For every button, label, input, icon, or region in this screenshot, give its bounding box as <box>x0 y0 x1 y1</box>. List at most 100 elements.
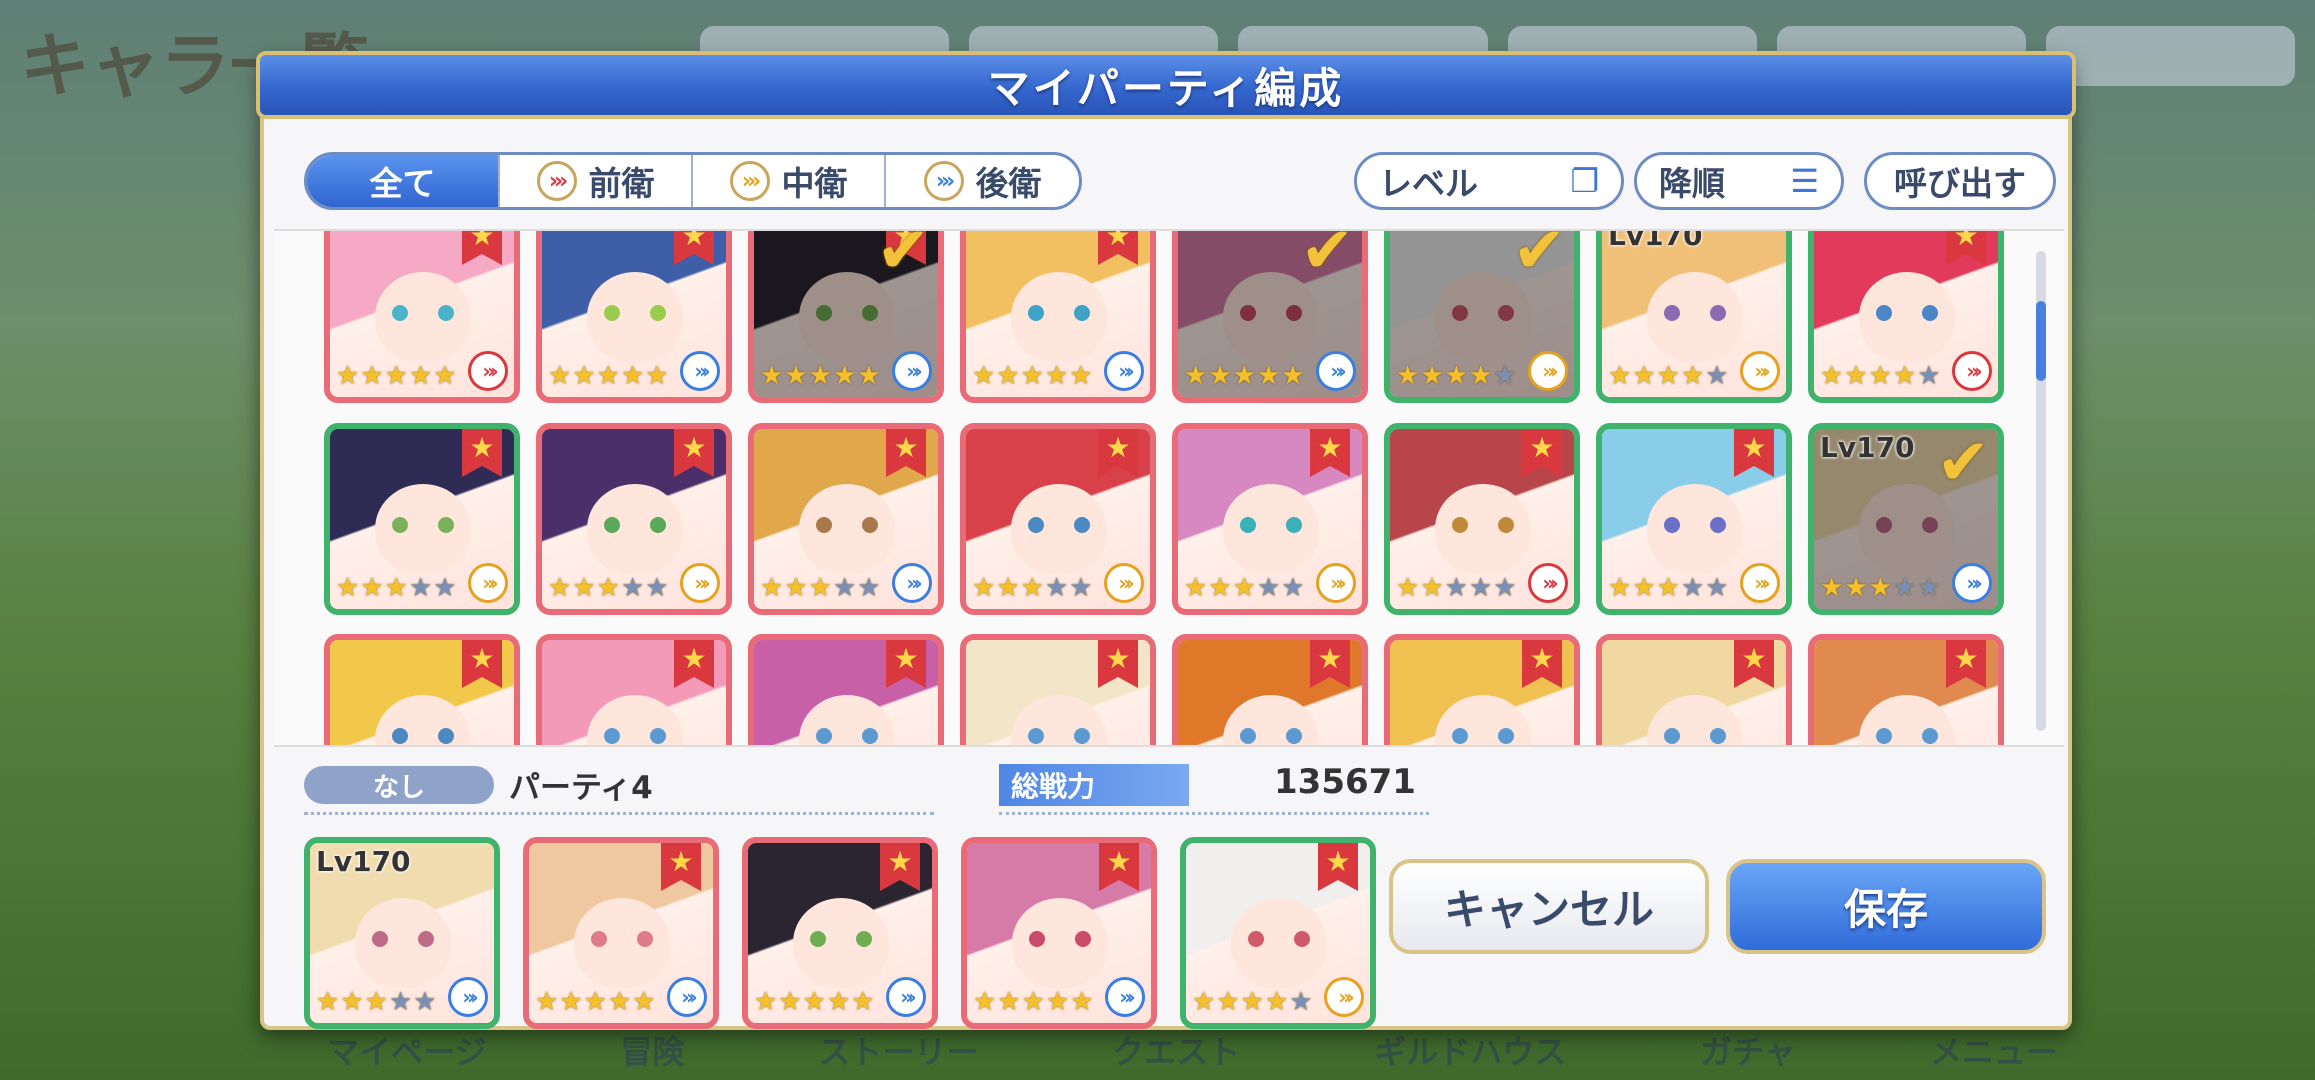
star-icon: ★ <box>1844 573 1868 603</box>
roster-card[interactable]: ★ ★ ★ ★ ★ ★ »› <box>1384 423 1580 615</box>
load-party-button[interactable]: 呼び出す <box>1864 152 2056 210</box>
portrait-eyes <box>1028 728 1090 744</box>
roster-card[interactable]: ★ ★ ★ ★ ★ ★ »› <box>324 231 520 403</box>
star-icon: ★ <box>388 987 413 1017</box>
party-member-slot[interactable]: ★ ★ ★ ★ ★ ★ »› <box>1180 837 1376 1029</box>
position-role-icon: »› <box>680 563 720 603</box>
roster-card[interactable]: ★ ★ ★ ★ ★ ★ »› <box>536 231 732 403</box>
party-member-slot[interactable]: ★ ★ ★ ★ ★ ★ »› <box>742 837 938 1029</box>
position-role-icon: »› <box>468 351 508 391</box>
star-icon: ★ <box>1444 573 1468 603</box>
star-icon: ★ <box>1208 361 1232 391</box>
character-level: Lv170 <box>316 845 411 878</box>
cancel-button[interactable]: キャンセル <box>1389 859 1709 954</box>
background-nav-item: ガチャ <box>1700 1033 1796 1071</box>
star-icon: ★ <box>1632 573 1656 603</box>
portrait-eyes <box>604 305 666 321</box>
background-nav-item: クエスト <box>1112 1033 1241 1071</box>
party-member-slot[interactable]: Lv170 ★ ★ ★ ★ ★ »› <box>304 837 500 1029</box>
star-icon: ★ <box>433 573 457 603</box>
selected-check-icon: ✔ <box>1300 229 1354 288</box>
filter-tab-2[interactable]: »› 中衛 <box>693 155 886 207</box>
roster-card[interactable]: ★ <box>748 634 944 745</box>
star-icon: ★ <box>632 987 656 1017</box>
roster-card[interactable]: ★ ★ ★ ★ ★ ★ »› <box>324 423 520 615</box>
position-role-icon: »› <box>1528 351 1568 391</box>
roster-card[interactable]: ★ <box>1384 634 1580 745</box>
roster-card[interactable]: Lv170 ★ ★ ★ ★ ★ »› ✔ <box>1808 423 2004 615</box>
position-role-icon: »› <box>680 351 720 391</box>
roster-card[interactable]: ★ ★ ★ ★ ★ ★ »› <box>960 423 1156 615</box>
roster-card[interactable]: ★ <box>960 634 1156 745</box>
roster-scrollbar[interactable] <box>2036 251 2046 731</box>
star-icon: ★ <box>1070 987 1094 1017</box>
roster-card[interactable]: ★ ★ ★ ★ ★ ★ »› <box>1808 231 2004 403</box>
star-icon: ★ <box>1240 987 1264 1017</box>
roster-card[interactable]: ★ <box>1808 634 2004 745</box>
roster-card[interactable]: Lv170 ★ ★ ★ ★ ★ »› <box>1596 229 1792 403</box>
character-level: Lv170 <box>1608 229 1703 252</box>
star-icon: ★ <box>802 987 826 1017</box>
star-icon: ★ <box>1705 361 1729 391</box>
roster-card[interactable]: ★ ★ ★ ★ ★ ★ »› <box>536 423 732 615</box>
sort-key-button[interactable]: レベル ❐ <box>1354 152 1624 210</box>
star-icon: ★ <box>1468 573 1493 603</box>
roster-card[interactable]: ★ ★ ★ ★ ★ ★ »› <box>1596 423 1792 615</box>
rarity-stars: ★ ★ ★ ★ ★ <box>760 575 881 601</box>
star-icon: ★ <box>583 987 607 1017</box>
portrait-eyes <box>1029 931 1091 947</box>
load-party-label: 呼び出す <box>1894 164 2026 203</box>
rarity-stars: ★ ★ ★ ★ ★ <box>336 363 457 389</box>
party-member-slot[interactable]: ★ ★ ★ ★ ★ ★ »› <box>523 837 719 1029</box>
party-name-divider <box>304 812 934 815</box>
star-icon: ★ <box>808 361 832 391</box>
roster-card[interactable]: ★ <box>536 634 732 745</box>
roster-card[interactable]: ★ ★ ★ ★ ★ ★ »› <box>1172 423 1368 615</box>
position-role-icon: »› <box>886 977 926 1017</box>
roster-card[interactable]: ★ <box>324 634 520 745</box>
portrait-eyes <box>591 931 653 947</box>
portrait-eyes <box>392 517 454 533</box>
roster-card[interactable]: ★ ★ ★ ★ ★ »› ✔ <box>1384 231 1580 403</box>
star-icon: ★ <box>1396 573 1420 603</box>
star-icon: ★ <box>1608 361 1632 391</box>
roster-card[interactable]: ★ <box>1596 634 1792 745</box>
rarity-stars: ★ ★ ★ ★ ★ <box>1608 575 1729 601</box>
party-member-slot[interactable]: ★ ★ ★ ★ ★ ★ »› <box>961 837 1157 1029</box>
selected-check-icon: ✔ <box>876 229 930 288</box>
star-icon: ★ <box>1705 573 1729 603</box>
star-icon: ★ <box>1256 361 1281 391</box>
position-role-icon: »› <box>1105 977 1145 1017</box>
star-icon: ★ <box>973 987 997 1017</box>
roster-card[interactable]: ★ ★ ★ ★ ★ ★ »› <box>748 423 944 615</box>
star-icon: ★ <box>360 361 384 391</box>
star-icon: ★ <box>857 361 881 391</box>
star-icon: ★ <box>1868 361 1892 391</box>
filter-tab-1[interactable]: »› 前衛 <box>500 155 693 207</box>
roster-card[interactable]: ★ ★ ★ ★ ★ ★ »› ✔ <box>748 229 944 403</box>
star-icon: ★ <box>645 361 669 391</box>
roster-card[interactable]: ★ ★ ★ ★ ★ »› ✔ <box>1172 229 1368 403</box>
party-name: パーティ4 <box>509 770 653 806</box>
star-icon: ★ <box>548 361 572 391</box>
filter-tab-3[interactable]: »› 後衛 <box>886 155 1079 207</box>
rarity-stars: ★ ★ ★ ★ ★ <box>1184 575 1305 601</box>
star-icon: ★ <box>548 573 572 603</box>
portrait-eyes <box>1664 517 1726 533</box>
rarity-stars: ★ ★ ★ ★ ★ <box>972 575 1093 601</box>
star-icon: ★ <box>1256 573 1281 603</box>
star-icon: ★ <box>832 361 857 391</box>
star-icon: ★ <box>1184 573 1208 603</box>
roster-card[interactable]: ★ ★ ★ ★ ★ ★ »› <box>960 231 1156 403</box>
roster-card[interactable]: ★ <box>1172 634 1368 745</box>
character-roster-grid[interactable]: ★ ★ ★ ★ ★ ★ »› ★ ★ ★ ★ ★ ★ »› ★ ★ ★ ★ ★ ★ »› ✔ ★ ★ ★ ★ ★ ★ »› ★ ★ ★ ★ ★ »›… <box>274 229 2064 747</box>
filter-tab-0[interactable]: 全て <box>307 155 500 207</box>
roster-scrollbar-thumb[interactable] <box>2036 301 2046 381</box>
selected-check-icon: ✔ <box>1936 426 1990 500</box>
sort-order-button[interactable]: 降順 ☰ <box>1634 152 1844 210</box>
position-role-icon: »› <box>1316 563 1356 603</box>
portrait-eyes <box>1240 728 1302 744</box>
save-button[interactable]: 保存 <box>1726 859 2046 954</box>
star-icon: ★ <box>1281 573 1305 603</box>
position-role-icon: »› <box>1952 351 1992 391</box>
